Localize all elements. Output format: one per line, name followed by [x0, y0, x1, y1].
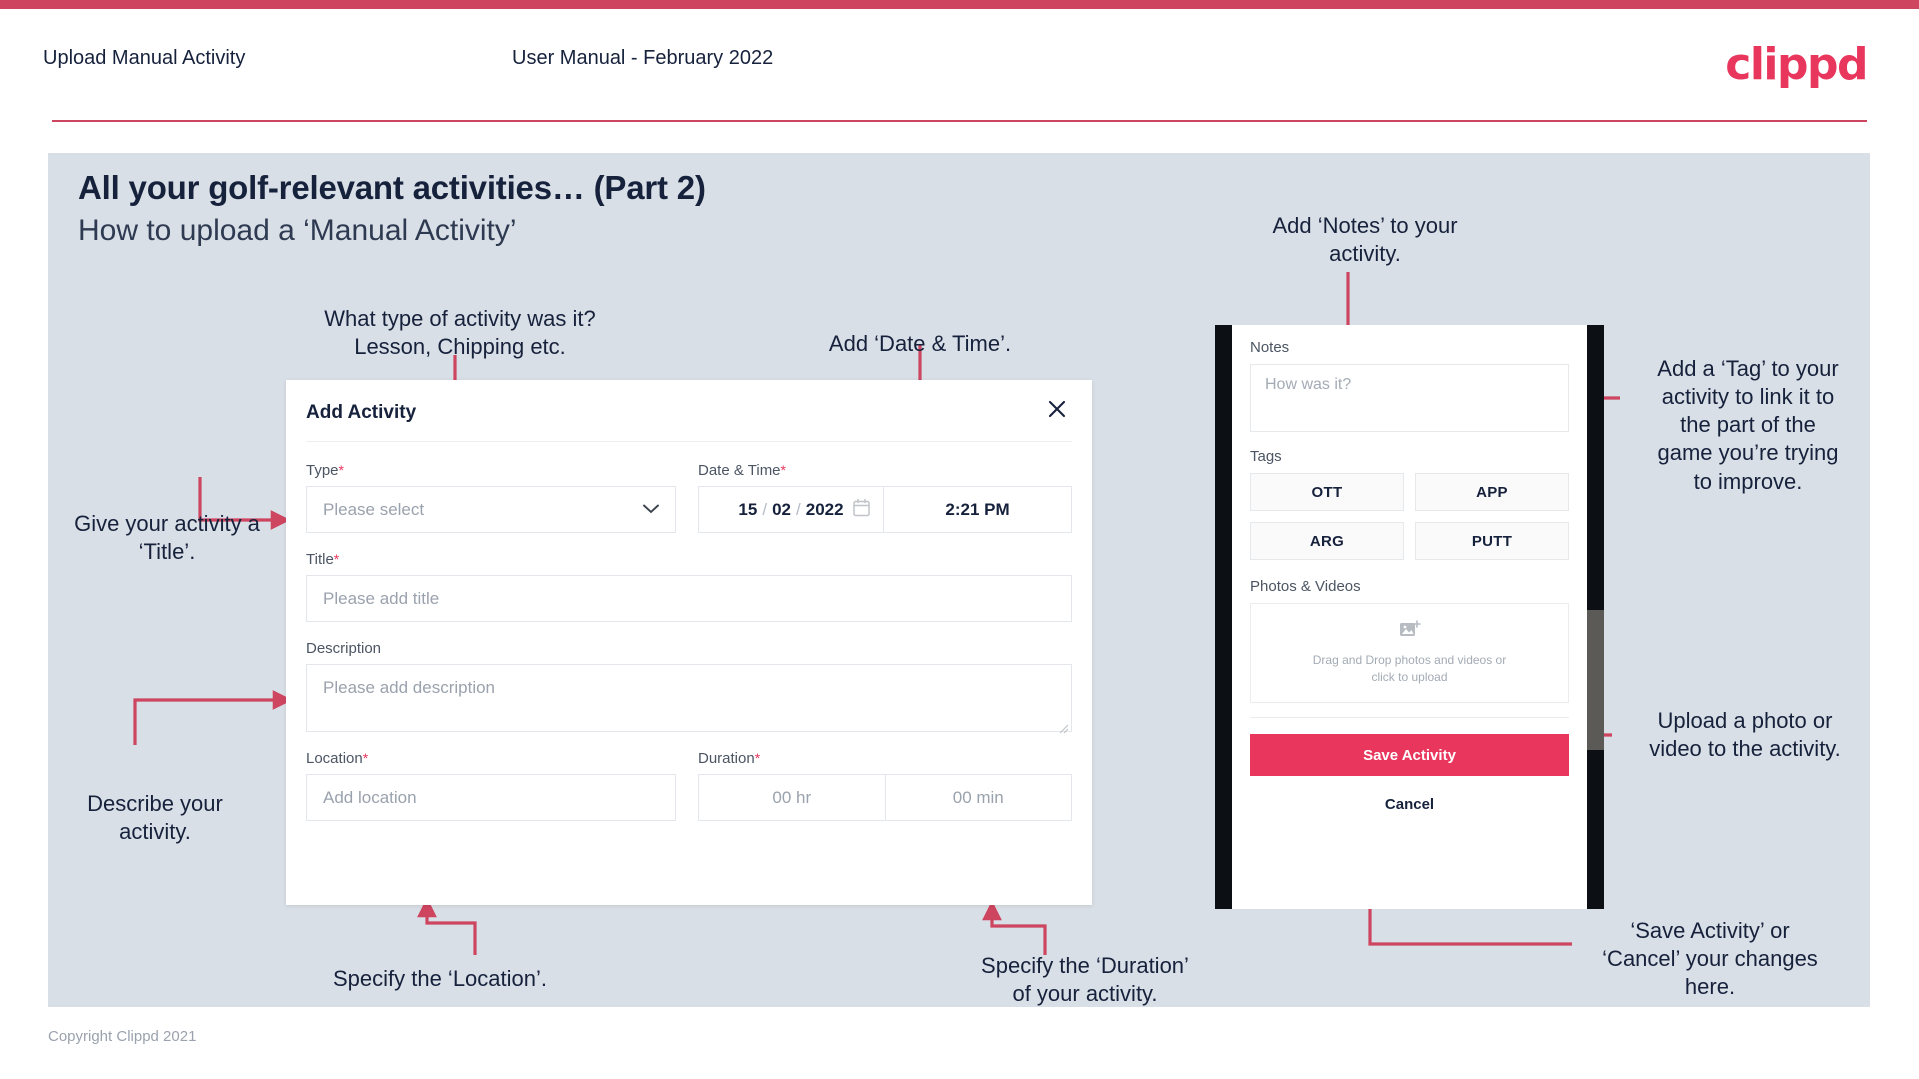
required-marker: *	[780, 462, 786, 478]
annotation-title: Give your activity a ‘Title’.	[74, 511, 260, 565]
duration-hours-input[interactable]: 00 hr	[698, 774, 885, 821]
type-label-text: Type	[306, 462, 339, 479]
field-group-location: Location* Add location	[306, 750, 676, 821]
annotation-tags: Add a ‘Tag’ to your activity to link it t…	[1657, 356, 1839, 494]
required-marker: *	[338, 462, 344, 478]
slide-title-block: All your golf-relevant activities… (Part…	[78, 167, 706, 250]
phone-mockup: Notes How was it? Tags OTT APP ARG PUTT …	[1215, 325, 1604, 909]
tags-label: Tags	[1250, 448, 1282, 465]
time-input[interactable]: 2:21 PM	[883, 486, 1072, 533]
slide-page: Upload Manual Activity User Manual - Feb…	[0, 0, 1919, 1079]
phone-divider	[1250, 717, 1569, 718]
dropzone-line-1: Drag and Drop photos and videos or	[1312, 652, 1507, 667]
header-divider	[52, 120, 1867, 122]
title-label: Title*	[306, 551, 1072, 568]
field-group-duration: Duration* 00 hr 00 min	[698, 750, 1072, 821]
resize-handle-icon[interactable]	[1059, 719, 1069, 734]
dropzone-text: Drag and Drop photos and videos or click…	[1313, 652, 1506, 687]
close-icon[interactable]	[1042, 394, 1072, 424]
calendar-icon[interactable]	[853, 498, 870, 521]
type-select[interactable]: Please select	[306, 486, 676, 533]
location-label: Location*	[306, 750, 676, 767]
field-group-title: Title* Please add title	[306, 551, 1072, 622]
photo-dropzone[interactable]: Drag and Drop photos and videos or click…	[1250, 603, 1569, 703]
annotation-notes: Add ‘Notes’ to your activity.	[1272, 213, 1458, 267]
phone-bezel-left	[1215, 325, 1232, 909]
description-placeholder: Please add description	[323, 678, 496, 697]
header-center-title: User Manual - February 2022	[512, 47, 774, 69]
row-type-datetime: Type* Please select Date & Time* 15 / 02…	[306, 462, 1072, 533]
date-input[interactable]: 15 / 02 / 2022	[698, 486, 883, 533]
slide-title-primary: All your golf-relevant activities… (Part…	[78, 169, 706, 206]
top-accent-stripe	[0, 0, 1919, 9]
duration-row: 00 hr 00 min	[698, 774, 1072, 821]
notes-label: Notes	[1250, 339, 1290, 356]
annotation-type: What type of activity was it? Lesson, Chi…	[324, 306, 596, 360]
header-left-title: Upload Manual Activity	[43, 47, 246, 69]
annotation-datetime: Add ‘Date & Time’.	[828, 331, 1012, 356]
cancel-button[interactable]: Cancel	[1250, 796, 1569, 813]
row-location-duration: Location* Add location Duration* 00 hr 0…	[306, 750, 1072, 821]
tag-ott[interactable]: OTT	[1250, 473, 1404, 511]
required-marker: *	[362, 750, 369, 766]
type-placeholder: Please select	[323, 499, 425, 519]
tag-arg[interactable]: ARG	[1250, 522, 1404, 560]
dialog-body: Type* Please select Date & Time* 15 / 02…	[286, 442, 1092, 821]
required-marker: *	[333, 551, 340, 567]
field-group-description: Description Please add description	[306, 640, 1072, 734]
title-label-text: Title	[306, 551, 334, 568]
phone-screen: Notes How was it? Tags OTT APP ARG PUTT …	[1232, 325, 1587, 909]
chevron-down-icon	[643, 501, 659, 518]
datetime-row: 15 / 02 / 2022 2:21 PM	[698, 486, 1072, 533]
duration-minutes-input[interactable]: 00 min	[884, 774, 1072, 821]
description-label: Description	[306, 640, 382, 657]
tag-app[interactable]: APP	[1415, 473, 1569, 511]
row-description: Description Please add description	[306, 640, 1072, 734]
tags-grid: OTT APP ARG PUTT	[1250, 473, 1569, 560]
duration-label: Duration*	[698, 750, 1072, 767]
type-label: Type*	[306, 462, 676, 479]
annotation-upload: Upload a photo or video to the activity.	[1649, 708, 1841, 762]
required-marker: *	[754, 750, 761, 766]
datetime-label-text: Date & Time	[698, 462, 781, 479]
notes-textarea[interactable]: How was it?	[1250, 364, 1569, 432]
date-separator-2: /	[796, 499, 801, 519]
annotation-save: ‘Save Activity’ or ‘Cancel’ your changes h…	[1602, 918, 1818, 1000]
annotation-duration: Specify the ‘Duration’ of your activity.	[981, 953, 1189, 1007]
dialog-title: Add Activity	[306, 402, 417, 423]
footer-copyright: Copyright Clippd 2021	[48, 1028, 197, 1045]
add-activity-dialog: Add Activity Type* Please select Date & …	[286, 380, 1092, 905]
description-textarea[interactable]: Please add description	[306, 664, 1072, 734]
field-group-datetime: Date & Time* 15 / 02 / 2022 2:21 PM	[698, 462, 1072, 533]
location-placeholder: Add location	[323, 787, 417, 807]
location-label-text: Location	[306, 750, 363, 767]
page-header: Upload Manual Activity User Manual - Feb…	[0, 9, 1919, 122]
photos-videos-label: Photos & Videos	[1250, 578, 1361, 595]
add-image-icon	[1399, 619, 1421, 645]
annotation-location: Specify the ‘Location’.	[332, 966, 548, 991]
dropzone-line-2: click to upload	[1371, 670, 1448, 684]
dialog-header: Add Activity	[306, 380, 1072, 442]
date-day: 15	[738, 499, 758, 519]
date-separator-1: /	[762, 499, 768, 519]
clippd-logo: clippd	[1725, 39, 1868, 90]
title-placeholder: Please add title	[323, 588, 440, 608]
phone-volume-button	[1587, 610, 1604, 750]
annotation-description: Describe your activity.	[87, 791, 223, 845]
location-input[interactable]: Add location	[306, 774, 676, 821]
date-month: 02	[772, 499, 791, 519]
field-group-type: Type* Please select	[306, 462, 676, 533]
title-input[interactable]: Please add title	[306, 575, 1072, 622]
tag-putt[interactable]: PUTT	[1415, 522, 1569, 560]
save-activity-button[interactable]: Save Activity	[1250, 734, 1569, 776]
datetime-label: Date & Time*	[698, 462, 1072, 479]
date-year: 2022	[805, 499, 844, 519]
row-title: Title* Please add title	[306, 551, 1072, 622]
notes-placeholder: How was it?	[1265, 376, 1352, 393]
duration-label-text: Duration	[698, 750, 755, 767]
slide-title-secondary: How to upload a ‘Manual Activity’	[78, 214, 517, 248]
